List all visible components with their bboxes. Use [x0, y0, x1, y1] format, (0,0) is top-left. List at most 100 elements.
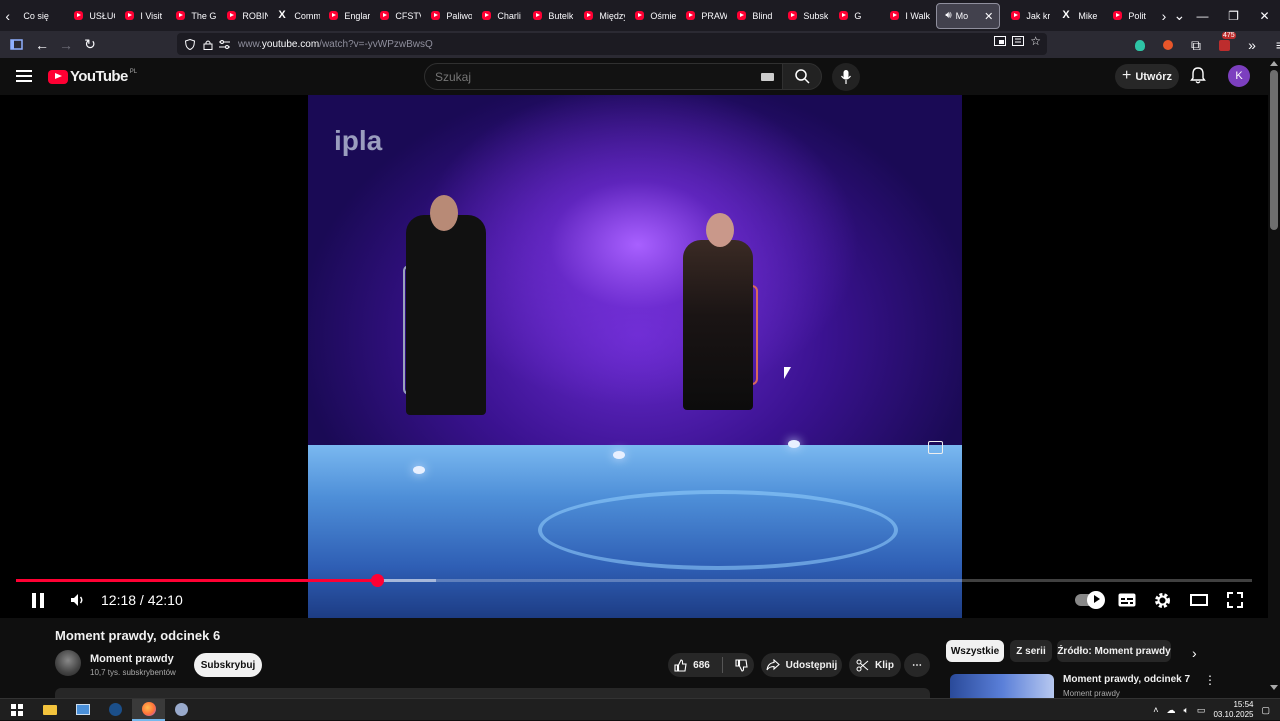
firefox-taskbar-icon[interactable]	[132, 698, 165, 721]
scroll-down-arrow-icon[interactable]	[1270, 685, 1278, 690]
app-taskbar-icon[interactable]	[165, 699, 198, 721]
autoplay-toggle[interactable]	[1075, 589, 1105, 611]
voice-search-button[interactable]	[832, 63, 860, 91]
account-avatar[interactable]: K	[1228, 65, 1250, 87]
channel-avatar[interactable]	[55, 650, 81, 676]
youtube-logo[interactable]: YouTube PL	[48, 68, 137, 85]
keyboard-icon[interactable]	[761, 73, 774, 81]
video-player[interactable]: ipla 12:18 / 42:10	[0, 95, 1268, 618]
start-button[interactable]	[0, 699, 33, 721]
file-explorer-icon[interactable]	[33, 699, 66, 721]
network-icon[interactable]: ▭	[1197, 705, 1206, 716]
page-scrollbar[interactable]	[1268, 58, 1280, 698]
tray-overflow-icon[interactable]: ˄	[1153, 705, 1158, 715]
fullscreen-button[interactable]	[1227, 589, 1243, 611]
settings-button[interactable]	[1154, 589, 1171, 611]
autoplay-switch[interactable]	[1075, 591, 1105, 609]
vpn-extension-icon[interactable]	[1128, 33, 1152, 57]
clip-button[interactable]: Klip	[849, 653, 901, 677]
browser-tab[interactable]: G	[831, 0, 882, 31]
search-input[interactable]	[425, 64, 745, 89]
bookmark-star-icon[interactable]: ☆	[1030, 35, 1041, 47]
permissions-icon[interactable]	[219, 39, 230, 49]
related-video-title[interactable]: Moment prawdy, odcinek 7	[1063, 674, 1190, 685]
browser-tab[interactable]: Polit	[1105, 0, 1156, 31]
browser-tab[interactable]: Paliwo	[423, 0, 474, 31]
progress-bar[interactable]	[16, 574, 1252, 587]
browser-tab[interactable]: Mike	[1054, 0, 1105, 31]
tab-scroll-right-icon[interactable]: ›	[1156, 0, 1171, 31]
speaker-icon[interactable]: 🔈︎	[1184, 705, 1189, 716]
picture-in-picture-icon[interactable]	[994, 36, 1007, 46]
notifications-icon[interactable]: ▢	[1261, 705, 1270, 716]
browser-tab[interactable]: Co się	[15, 0, 66, 31]
theater-mode-button[interactable]	[1190, 589, 1208, 611]
browser-tab[interactable]: ROBIN	[219, 0, 270, 31]
browser-tab[interactable]: Englar	[321, 0, 372, 31]
back-icon[interactable]: ←	[30, 33, 54, 57]
steam-icon[interactable]	[99, 699, 132, 721]
browser-tab[interactable]: Charli	[474, 0, 525, 31]
reader-view-icon[interactable]	[1012, 36, 1025, 46]
forward-icon[interactable]: →	[54, 33, 78, 57]
pause-button[interactable]	[32, 589, 48, 611]
related-video-menu-icon[interactable]: ⋮	[1204, 673, 1216, 687]
thumbs-down-icon[interactable]	[735, 658, 748, 672]
extensions-puzzle-icon[interactable]: ⧉	[1184, 33, 1208, 57]
tab-list-dropdown-icon[interactable]: ⌄	[1172, 0, 1187, 31]
lock-icon[interactable]	[203, 39, 213, 50]
reload-icon[interactable]: ↻	[78, 33, 102, 57]
miniplayer-expand-icon[interactable]	[928, 441, 943, 454]
tab-scroll-left-icon[interactable]: ‹	[0, 0, 15, 31]
progress-scrubber-handle[interactable]	[370, 574, 384, 587]
video-frame[interactable]: ipla	[308, 95, 962, 618]
browser-tab[interactable]: I Walk	[882, 0, 933, 31]
browser-tab[interactable]: Blind	[729, 0, 780, 31]
chip-source[interactable]: Źródło: Moment prawdy	[1057, 640, 1171, 662]
more-actions-button[interactable]: ⋯	[904, 653, 930, 677]
browser-tab[interactable]: Ośmie	[627, 0, 678, 31]
chips-next-arrow-icon[interactable]: ›	[1192, 645, 1197, 661]
tab-active[interactable]: 🔊︎ Mo ✕	[936, 2, 1001, 29]
description-box[interactable]	[55, 688, 930, 698]
browser-tab[interactable]: Butelk	[525, 0, 576, 31]
scroll-up-arrow-icon[interactable]	[1270, 61, 1278, 66]
overflow-menu-icon[interactable]: »	[1240, 33, 1264, 57]
chip-all[interactable]: Wszystkie	[946, 640, 1004, 662]
subtitles-button[interactable]	[1118, 589, 1136, 611]
browser-tab[interactable]: PRAW	[678, 0, 729, 31]
search-button[interactable]	[782, 63, 822, 90]
channel-name[interactable]: Moment prawdy	[90, 653, 174, 665]
chip-from-series[interactable]: Z serii	[1010, 640, 1052, 662]
tab-audio-playing-icon[interactable]: 🔊︎	[945, 10, 951, 21]
browser-tab[interactable]: USŁUG	[66, 0, 117, 31]
volume-button[interactable]	[70, 589, 86, 611]
like-button[interactable]: 686	[674, 658, 710, 672]
url-bar[interactable]: www.youtube.com/watch?v=-yvWPzwBwsQ ☆	[177, 33, 1047, 55]
minimize-icon[interactable]: —	[1187, 9, 1218, 23]
browser-tab[interactable]: I Visit	[117, 0, 168, 31]
sidebar-toggle-icon[interactable]	[4, 33, 28, 57]
related-video-thumbnail[interactable]	[950, 674, 1054, 698]
close-window-icon[interactable]: ✕	[1249, 9, 1280, 23]
clock[interactable]: 15:54 03.10.2025	[1213, 700, 1253, 720]
browser-tab[interactable]: Subsk	[780, 0, 831, 31]
create-button[interactable]: + Utwórz	[1115, 64, 1179, 89]
browser-tab[interactable]: CFSTV	[372, 0, 423, 31]
browser-tab[interactable]: Comm	[270, 0, 321, 31]
guide-menu-icon[interactable]	[16, 70, 32, 82]
share-button[interactable]: Udostępnij	[761, 653, 842, 677]
browser-tab[interactable]: Między	[576, 0, 627, 31]
restore-icon[interactable]: ❐	[1218, 9, 1249, 23]
remote-desktop-icon[interactable]	[66, 699, 99, 721]
adblock-extension-icon[interactable]: 475	[1212, 32, 1236, 57]
fox-extension-icon[interactable]	[1156, 33, 1180, 57]
onedrive-icon[interactable]: ☁	[1167, 705, 1176, 716]
subscribe-button[interactable]: Subskrybuj	[194, 653, 262, 677]
browser-tab[interactable]: Jak kr	[1003, 0, 1054, 31]
close-tab-icon[interactable]: ✕	[984, 10, 993, 23]
app-menu-icon[interactable]: ≡	[1268, 33, 1280, 57]
browser-tab[interactable]: The G	[168, 0, 219, 31]
tracking-shield-icon[interactable]	[185, 38, 195, 50]
notifications-bell-icon[interactable]	[1190, 67, 1206, 89]
